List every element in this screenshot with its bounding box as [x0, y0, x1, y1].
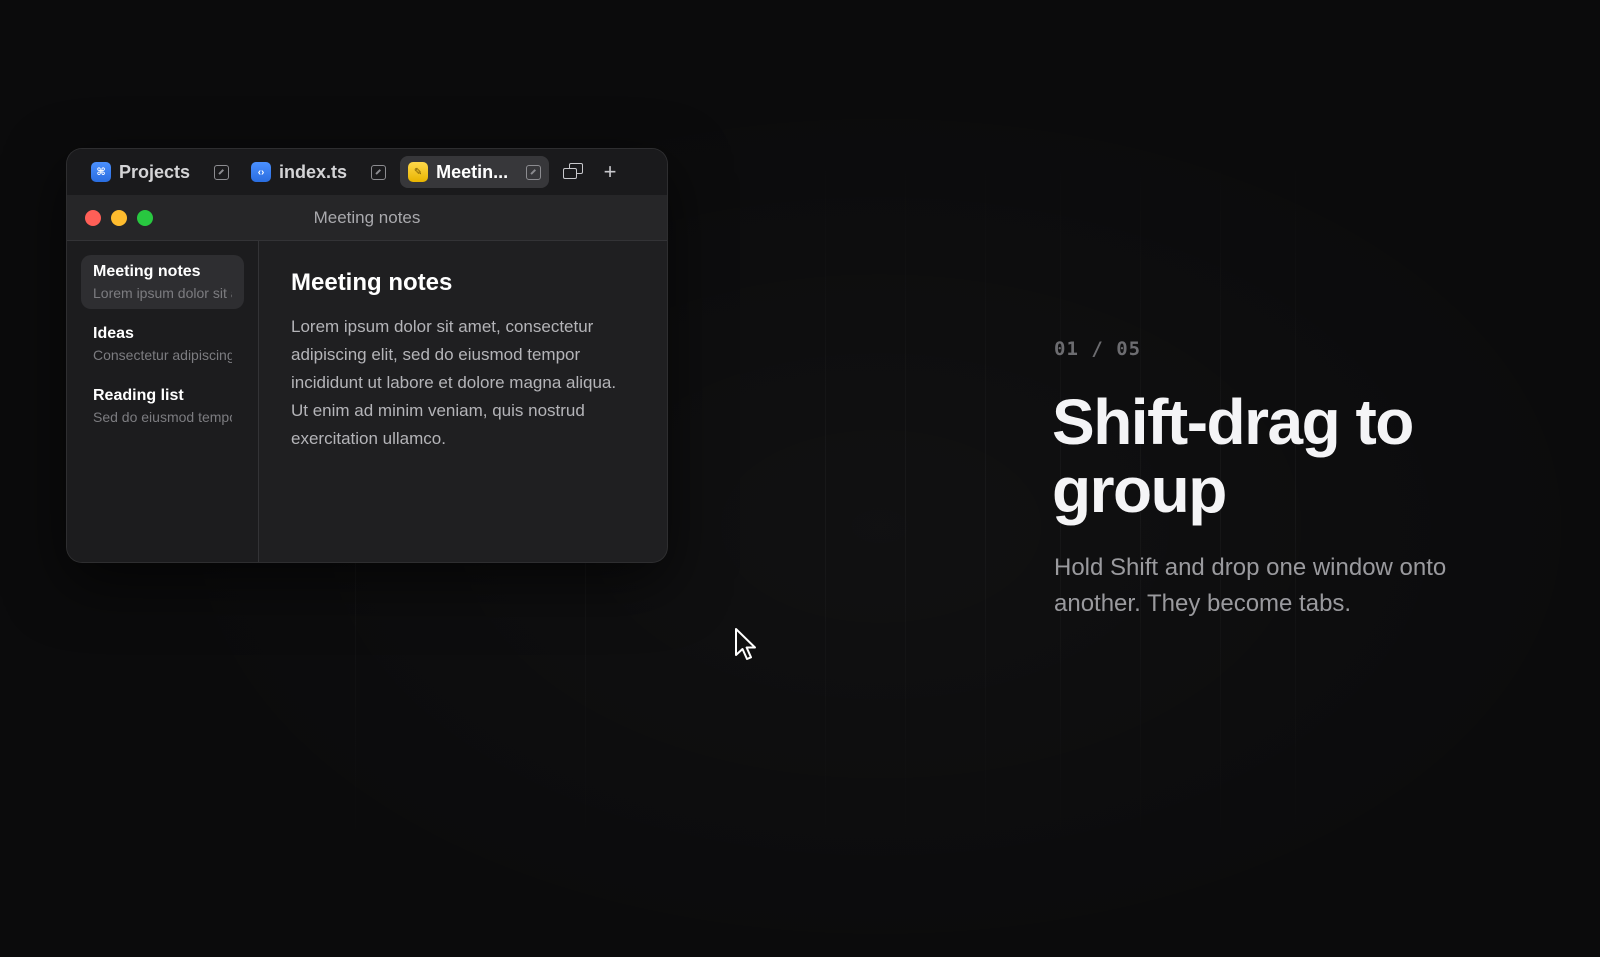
detach-icon[interactable] — [526, 164, 542, 180]
notes-sidebar: Meeting notes Lorem ipsum dolor sit amet… — [67, 241, 259, 562]
minimize-button[interactable] — [111, 210, 127, 226]
traffic-lights — [85, 210, 153, 226]
onboarding-description: Hold Shift and drop one window onto anot… — [1054, 554, 1447, 617]
note-title: Ideas — [93, 325, 134, 342]
window-titlebar: Meeting notes — [67, 195, 667, 241]
plus-icon: + — [603, 159, 617, 184]
mouse-cursor-icon — [735, 628, 756, 660]
tab-projects[interactable]: ⌘ Projects — [83, 156, 237, 188]
notes-icon: ✎ — [408, 162, 429, 182]
tab-index-ts[interactable]: ‹› index.ts — [243, 156, 394, 188]
note-heading: Meeting notes — [291, 269, 453, 296]
tab-bar: ⌘ Projects ‹› index.ts ✎ Meetin... + — [67, 149, 667, 195]
detach-icon[interactable] — [371, 164, 387, 180]
onboarding-stage: ⌘ Projects ‹› index.ts ✎ Meetin... + Mee… — [0, 0, 1600, 957]
note-title: Meeting notes — [93, 263, 201, 280]
app-window: ⌘ Projects ‹› index.ts ✎ Meetin... + Mee… — [66, 148, 668, 563]
note-body: Lorem ipsum dolor sit amet, consectetur … — [291, 317, 617, 448]
note-preview: Consectetur adipiscing — [93, 347, 232, 363]
detach-icon[interactable] — [214, 164, 230, 180]
code-icon: ‹› — [251, 162, 272, 182]
note-preview: Lorem ipsum dolor sit amet — [93, 285, 232, 301]
command-icon: ⌘ — [91, 162, 111, 182]
note-preview: Sed do eiusmod tempor — [93, 409, 232, 425]
close-button[interactable] — [85, 210, 101, 226]
note-editor[interactable]: Meeting notes Lorem ipsum dolor sit amet… — [259, 241, 667, 562]
windows-icon — [563, 163, 585, 181]
note-item-ideas[interactable]: Ideas Consectetur adipiscing — [81, 317, 244, 371]
step-counter: 01 / 05 — [1054, 338, 1142, 360]
window-group-button[interactable] — [559, 157, 589, 187]
onboarding-headline: Shift-drag to group — [1052, 386, 1414, 526]
tab-label: Projects — [119, 161, 191, 182]
note-item-meeting-notes[interactable]: Meeting notes Lorem ipsum dolor sit amet — [81, 255, 244, 309]
note-title: Reading list — [93, 387, 184, 404]
window-title: Meeting notes — [313, 207, 421, 227]
tab-label: index.ts — [279, 161, 348, 182]
note-item-reading-list[interactable]: Reading list Sed do eiusmod tempor — [81, 379, 244, 433]
tab-meeting-notes[interactable]: ✎ Meetin... — [400, 156, 550, 188]
tab-label: Meetin... — [436, 161, 509, 182]
zoom-button[interactable] — [137, 210, 153, 226]
new-tab-button[interactable]: + — [595, 157, 625, 187]
